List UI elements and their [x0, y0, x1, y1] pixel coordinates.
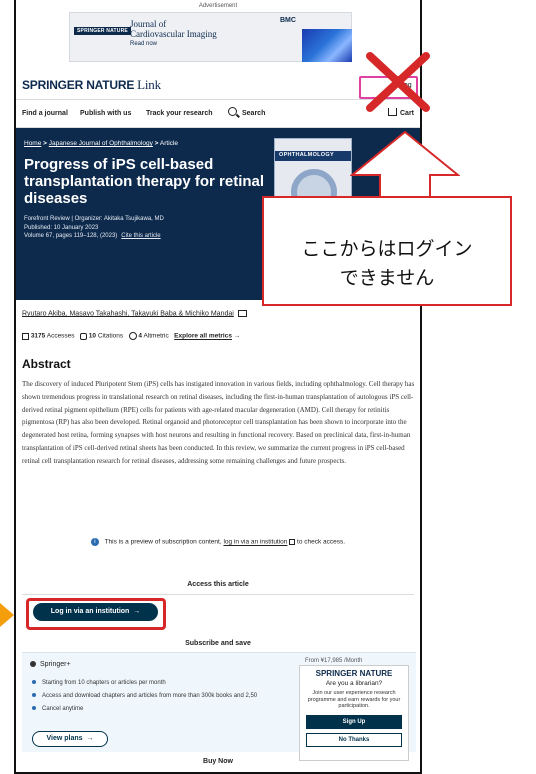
altmetric-label: Altmetric — [143, 332, 169, 340]
nav-find-journal[interactable]: Find a journal — [22, 110, 68, 117]
callout-box: ここからはログイン できません — [262, 196, 512, 306]
crumb-article: Article — [159, 140, 178, 147]
article-title: Progress of iPS cell-based transplantati… — [24, 156, 265, 207]
ad-journal-line2: Cardiovascular Imaging — [130, 29, 217, 39]
login-institution-label: Log in via an institution — [50, 608, 130, 615]
accesses-count: 3175 — [30, 332, 46, 340]
ad-journal-line1: Journal of — [130, 19, 167, 29]
buy-now-heading: Buy Now — [203, 758, 233, 765]
crumb-sep-1: > — [43, 140, 47, 147]
popup-logo: SPRINGER NATURE — [315, 669, 393, 678]
info-icon: i — [90, 538, 99, 546]
cover-title: OPHTHALMOLOGY — [279, 152, 334, 158]
site-header: SPRINGER NATURE Link — [16, 70, 420, 100]
preview-text-before: This is a preview of subscription conten… — [104, 538, 222, 546]
citations-count: 10 — [88, 332, 97, 340]
plan-bullet-2: Access and download chapters and article… — [32, 693, 257, 699]
springer-link-logo[interactable]: SPRINGER NATURE Link — [22, 77, 161, 93]
ad-image — [302, 29, 352, 62]
mail-icon[interactable] — [237, 310, 247, 317]
ad-banner[interactable]: SPRINGER NATURE Journal of Cardiovascula… — [69, 12, 352, 62]
access-heading: Access this article — [187, 581, 249, 588]
ad-read-now[interactable]: Read now — [130, 41, 157, 47]
logo-brand: SPRINGER NATURE — [22, 78, 135, 92]
meta-review: Forefront Review | Organizer: Akitaka Ts… — [24, 216, 164, 222]
plan-name: Springer+ — [30, 661, 71, 668]
main-nav: Find a journal Publish with us Track you… — [16, 101, 420, 128]
nav-search[interactable]: Search — [242, 110, 265, 117]
preview-text-after: to check access. — [297, 538, 346, 546]
citations-icon — [79, 332, 87, 340]
arrow-right-icon: → — [84, 735, 94, 742]
altmetric-icon — [128, 332, 137, 340]
preview-login-link[interactable]: log in via an institution — [223, 539, 287, 546]
arrow-right-icon: → — [233, 332, 241, 340]
external-link-icon — [289, 539, 296, 545]
login-institution-button[interactable]: Log in via an institution → — [33, 603, 158, 621]
author-list: Ryutaro Akiba, Masayo Takahashi, Takayuk… — [22, 310, 247, 317]
accesses-icon — [22, 332, 29, 340]
no-thanks-button[interactable]: No Thanks — [306, 732, 402, 747]
authors-text[interactable]: Ryutaro Akiba, Masayo Takahashi, Takayuk… — [22, 310, 234, 317]
search-icon[interactable] — [228, 107, 237, 116]
plan-price: From ¥17,985 /Month — [305, 658, 363, 664]
view-plans-button[interactable]: View plans → — [32, 731, 108, 747]
explore-metrics-link[interactable]: Explore all metrics — [174, 333, 232, 340]
ad-bmc-logo: BMC — [280, 17, 296, 24]
citations-label: Citations — [97, 332, 124, 340]
crumb-journal[interactable]: Japanese Journal of Ophthalmology — [49, 140, 153, 147]
arrow-right-icon: → — [131, 608, 141, 615]
preview-notice: i This is a preview of subscription cont… — [16, 538, 420, 546]
access-divider — [22, 594, 414, 595]
ad-label: Advertisement — [198, 3, 238, 9]
article-meta: Forefront Review | Organizer: Akitaka Ts… — [24, 215, 164, 241]
abstract-heading: Abstract — [22, 357, 71, 371]
accesses-label: Accesses — [46, 332, 75, 340]
red-x-mark — [366, 52, 430, 112]
logo-link: Link — [137, 77, 161, 92]
left-pointer-arrow — [0, 603, 14, 627]
popup-question: Are you a librarian? — [325, 680, 383, 687]
nav-publish[interactable]: Publish with us — [80, 110, 131, 117]
crumb-sep-2: > — [154, 140, 159, 147]
abstract-body: The discovery of induced Pluripotent Ste… — [22, 380, 415, 465]
breadcrumb: Home > Japanese Journal of Ophthalmology… — [24, 140, 178, 147]
metrics-bar: 3175 Accesses 10 Citations 4 Altmetric E… — [22, 332, 240, 340]
callout-line1: ここからはログイン — [301, 238, 473, 260]
subscribe-heading: Subscribe and save — [185, 640, 251, 647]
librarian-popup: SPRINGER NATURE Are you a librarian? Joi… — [299, 665, 409, 761]
view-plans-label: View plans — [46, 735, 83, 742]
up-arrow-callout — [350, 130, 460, 199]
signup-button[interactable]: Sign Up — [306, 714, 402, 729]
popup-body: Join our user experience research progra… — [307, 690, 401, 709]
plan-bullet-1: Starting from 10 chapters or articles pe… — [32, 680, 166, 686]
callout-line2: できません — [339, 267, 435, 289]
browser-frame: Advertisement SPRINGER NATURE Journal of… — [14, 0, 422, 774]
plan-bullet-3: Cancel anytime — [32, 706, 83, 712]
ad-publisher-badge: SPRINGER NATURE — [74, 27, 131, 35]
meta-volume: Volume 67, pages 119–128, (2023) — [24, 233, 118, 239]
altmetric-count: 4 — [138, 332, 142, 340]
crumb-home[interactable]: Home — [24, 140, 41, 147]
meta-published: Published: 10 January 2023 — [24, 224, 99, 231]
nav-track-research[interactable]: Track your research — [146, 110, 213, 117]
cite-article-link[interactable]: Cite this article — [121, 233, 160, 239]
